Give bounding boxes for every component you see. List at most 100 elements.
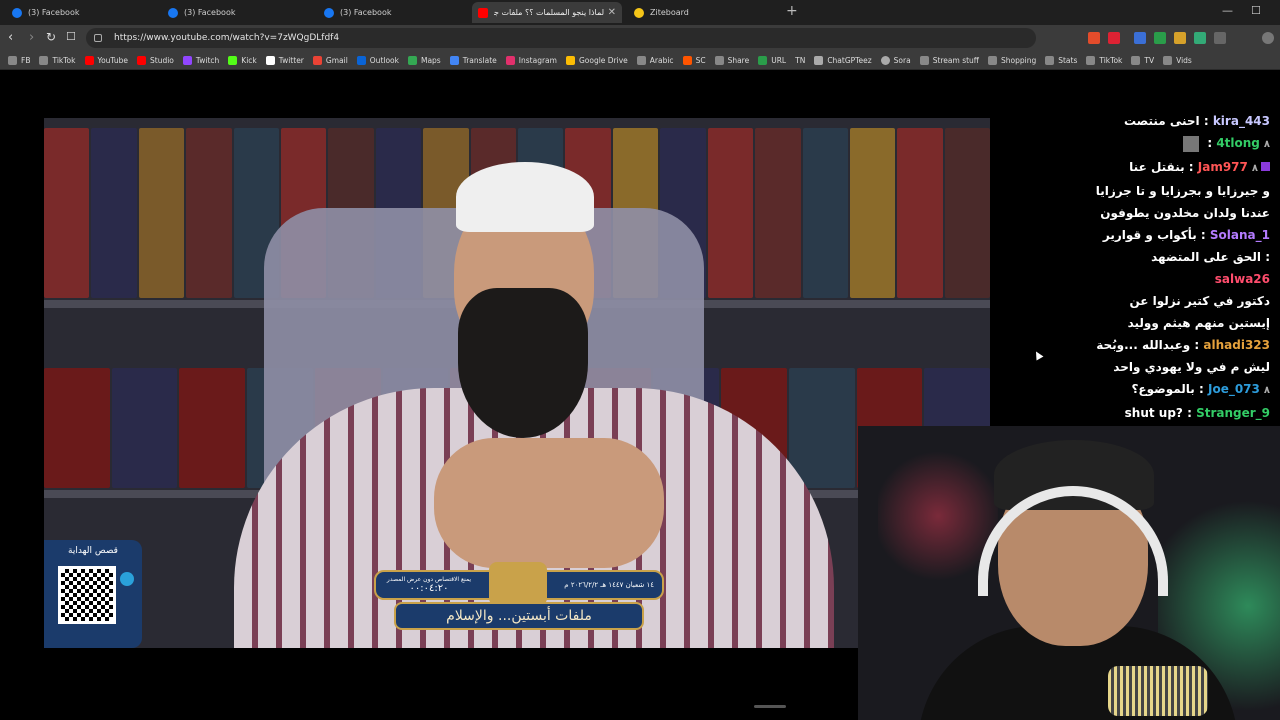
folder-icon bbox=[987, 55, 997, 65]
tab-ziteboard[interactable]: Ziteboard bbox=[628, 2, 778, 23]
youtube-icon bbox=[84, 55, 94, 65]
bookmark-item[interactable]: Stats bbox=[1045, 55, 1077, 65]
back-icon[interactable]: ‹ bbox=[8, 30, 13, 45]
qr-title: قصص الهداية bbox=[68, 546, 118, 556]
bookmark-item[interactable]: Google Drive bbox=[565, 55, 628, 65]
bookmark-item[interactable]: TN bbox=[795, 56, 805, 65]
bookmark-item[interactable]: Vids bbox=[1163, 55, 1192, 65]
chat-username[interactable]: Solana_1 bbox=[1210, 228, 1270, 242]
lower-third-date: ١٤ شعبان ١٤٤٧ هـ ٢٠٢٦/٢/٢ م bbox=[564, 581, 654, 589]
extension-icon[interactable] bbox=[1088, 32, 1100, 44]
video-player[interactable]: قصص الهداية ١٤ شعبان ١٤٤٧ هـ ٢٠٢٦/٢/٢ م … bbox=[44, 118, 990, 648]
facebook-icon bbox=[324, 7, 334, 18]
reload-icon[interactable]: ↻ bbox=[46, 30, 56, 44]
chat-message: بنقتل عنا : Jam977 ٨ bbox=[1094, 156, 1280, 180]
chat-username[interactable]: alhadi323 bbox=[1203, 338, 1270, 352]
chatgpt-icon bbox=[814, 55, 824, 65]
bookmark-item[interactable]: TikTok bbox=[1086, 55, 1122, 65]
maps-icon bbox=[407, 55, 417, 65]
bookmark-item[interactable]: Studio bbox=[137, 55, 174, 65]
chat-username[interactable]: kira_443 bbox=[1213, 114, 1270, 128]
forward-icon[interactable]: › bbox=[29, 30, 34, 45]
bookmarks-bar: FB TikTok YouTube Studio Twitch Kick Twi… bbox=[0, 51, 1280, 70]
youtube-studio-icon bbox=[137, 55, 146, 65]
bookmark-item[interactable]: Instagram bbox=[505, 55, 557, 65]
soundcloud-icon bbox=[682, 55, 692, 65]
bookmark-icon[interactable]: ☐ bbox=[66, 30, 76, 43]
bookmark-item[interactable]: Kick bbox=[228, 55, 257, 65]
x-icon bbox=[265, 55, 275, 65]
chat-username[interactable]: Stranger_9 bbox=[1196, 406, 1270, 420]
extension-icon[interactable] bbox=[1108, 32, 1120, 44]
extensions-menu-icon[interactable] bbox=[1214, 32, 1226, 44]
new-tab-button[interactable]: + bbox=[786, 3, 798, 19]
bookmark-item[interactable]: SC bbox=[682, 55, 706, 65]
tab-facebook-2[interactable]: (3) Facebook bbox=[162, 2, 312, 23]
profile-avatar[interactable] bbox=[1262, 32, 1274, 44]
lower-third-note: يمنع الاقتصاص دون عرض المصدر bbox=[386, 576, 472, 583]
folder-icon bbox=[714, 55, 724, 65]
scrollbar[interactable] bbox=[754, 705, 786, 708]
bookmark-item[interactable]: TV bbox=[1131, 55, 1154, 65]
folder-icon bbox=[1045, 55, 1055, 65]
chat-message: الحق على المتضهد : salwa26 bbox=[1151, 250, 1270, 286]
bookmark-item[interactable]: Twitch bbox=[182, 55, 219, 65]
extension-icon[interactable] bbox=[1154, 32, 1166, 44]
chat-message: shut up? : Stranger_9 bbox=[1124, 406, 1270, 420]
bookmark-item[interactable]: Arabic bbox=[636, 55, 674, 65]
lower-third-time: ٠٠:٠٤:٢٠ bbox=[409, 583, 449, 594]
kick-icon bbox=[228, 55, 238, 65]
tab-youtube-active[interactable]: لماذا ينجو المسلمات ؟؟ ملفات جز... ✕ bbox=[472, 2, 622, 23]
browser-toolbar: ‹ › ↻ ☐ https://www.youtube.com/watch?v=… bbox=[0, 25, 1280, 51]
bookmark-item[interactable]: YouTube bbox=[84, 55, 128, 65]
maximize-button[interactable]: ☐ bbox=[1251, 4, 1261, 17]
url-icon bbox=[758, 55, 768, 65]
bookmark-item[interactable]: FB bbox=[8, 55, 30, 65]
chat-username[interactable]: Jam977 bbox=[1198, 160, 1248, 174]
bookmark-item[interactable]: Translate bbox=[449, 55, 497, 65]
tab-facebook-1[interactable]: (3) Facebook bbox=[6, 2, 156, 23]
url-text: https://www.youtube.com/watch?v=7zWQgDLf… bbox=[114, 33, 340, 43]
chat-panel: احنى منتصت : kira_443 : 4tlong ٨ بنقتل عن… bbox=[1094, 110, 1280, 428]
bookmark-item[interactable]: Outlook bbox=[356, 55, 399, 65]
chat-username[interactable]: salwa26 bbox=[1215, 272, 1270, 286]
presenter-cap bbox=[456, 162, 594, 232]
ziteboard-icon bbox=[634, 7, 644, 18]
extension-icon[interactable] bbox=[1134, 32, 1146, 44]
extension-icon[interactable] bbox=[1174, 32, 1186, 44]
tab-label: لماذا ينجو المسلمات ؟؟ ملفات جز... bbox=[494, 8, 604, 17]
channel-logo bbox=[489, 562, 547, 606]
lower-third: ١٤ شعبان ١٤٤٧ هـ ٢٠٢٦/٢/٢ م يمنع الاقتصا… bbox=[374, 562, 664, 646]
twitch-icon bbox=[182, 55, 192, 65]
chat-username[interactable]: Joe_073 bbox=[1208, 382, 1260, 396]
bookmark-item[interactable]: Share bbox=[714, 55, 749, 65]
lower-third-time-group: يمنع الاقتصاص دون عرض المصدر ٠٠:٠٤:٢٠ bbox=[384, 576, 474, 594]
bookmark-item[interactable]: TikTok bbox=[39, 55, 76, 65]
tab-bar: (3) Facebook (3) Facebook (3) Facebook ل… bbox=[0, 0, 1280, 25]
outlook-icon bbox=[356, 55, 366, 65]
folder-icon bbox=[1086, 55, 1096, 65]
translate-icon bbox=[449, 55, 459, 65]
bookmark-item[interactable]: Shopping bbox=[987, 55, 1036, 65]
bookmark-item[interactable]: Twitter bbox=[265, 55, 304, 65]
bookmark-item[interactable]: Maps bbox=[407, 55, 441, 65]
bookmark-item[interactable]: Sora bbox=[880, 55, 911, 65]
telegram-icon bbox=[120, 572, 134, 586]
address-bar[interactable]: https://www.youtube.com/watch?v=7zWQgDLf… bbox=[86, 28, 1036, 48]
bookmark-item[interactable]: URL bbox=[758, 55, 786, 65]
chat-message: : 4tlong ٨ bbox=[1094, 132, 1280, 156]
extension-icon[interactable] bbox=[1194, 32, 1206, 44]
chat-username[interactable]: 4tlong bbox=[1216, 136, 1260, 150]
bookmark-item[interactable]: Stream stuff bbox=[919, 55, 979, 65]
youtube-icon bbox=[478, 7, 488, 18]
chat-message: احنى منتصت : kira_443 bbox=[1123, 114, 1270, 128]
site-info-icon[interactable] bbox=[94, 34, 102, 42]
webcam-overlay bbox=[858, 426, 1280, 720]
microphone bbox=[1108, 666, 1208, 716]
chat-message: ليش م في ولا يهودي واحد بالموضوع؟ : Joe_… bbox=[1113, 360, 1270, 396]
close-tab-icon[interactable]: ✕ bbox=[608, 7, 616, 18]
bookmark-item[interactable]: ChatGPTeez bbox=[814, 55, 872, 65]
bookmark-item[interactable]: Gmail bbox=[312, 55, 348, 65]
tab-facebook-3[interactable]: (3) Facebook bbox=[318, 2, 468, 23]
minimize-button[interactable]: — bbox=[1222, 4, 1233, 17]
